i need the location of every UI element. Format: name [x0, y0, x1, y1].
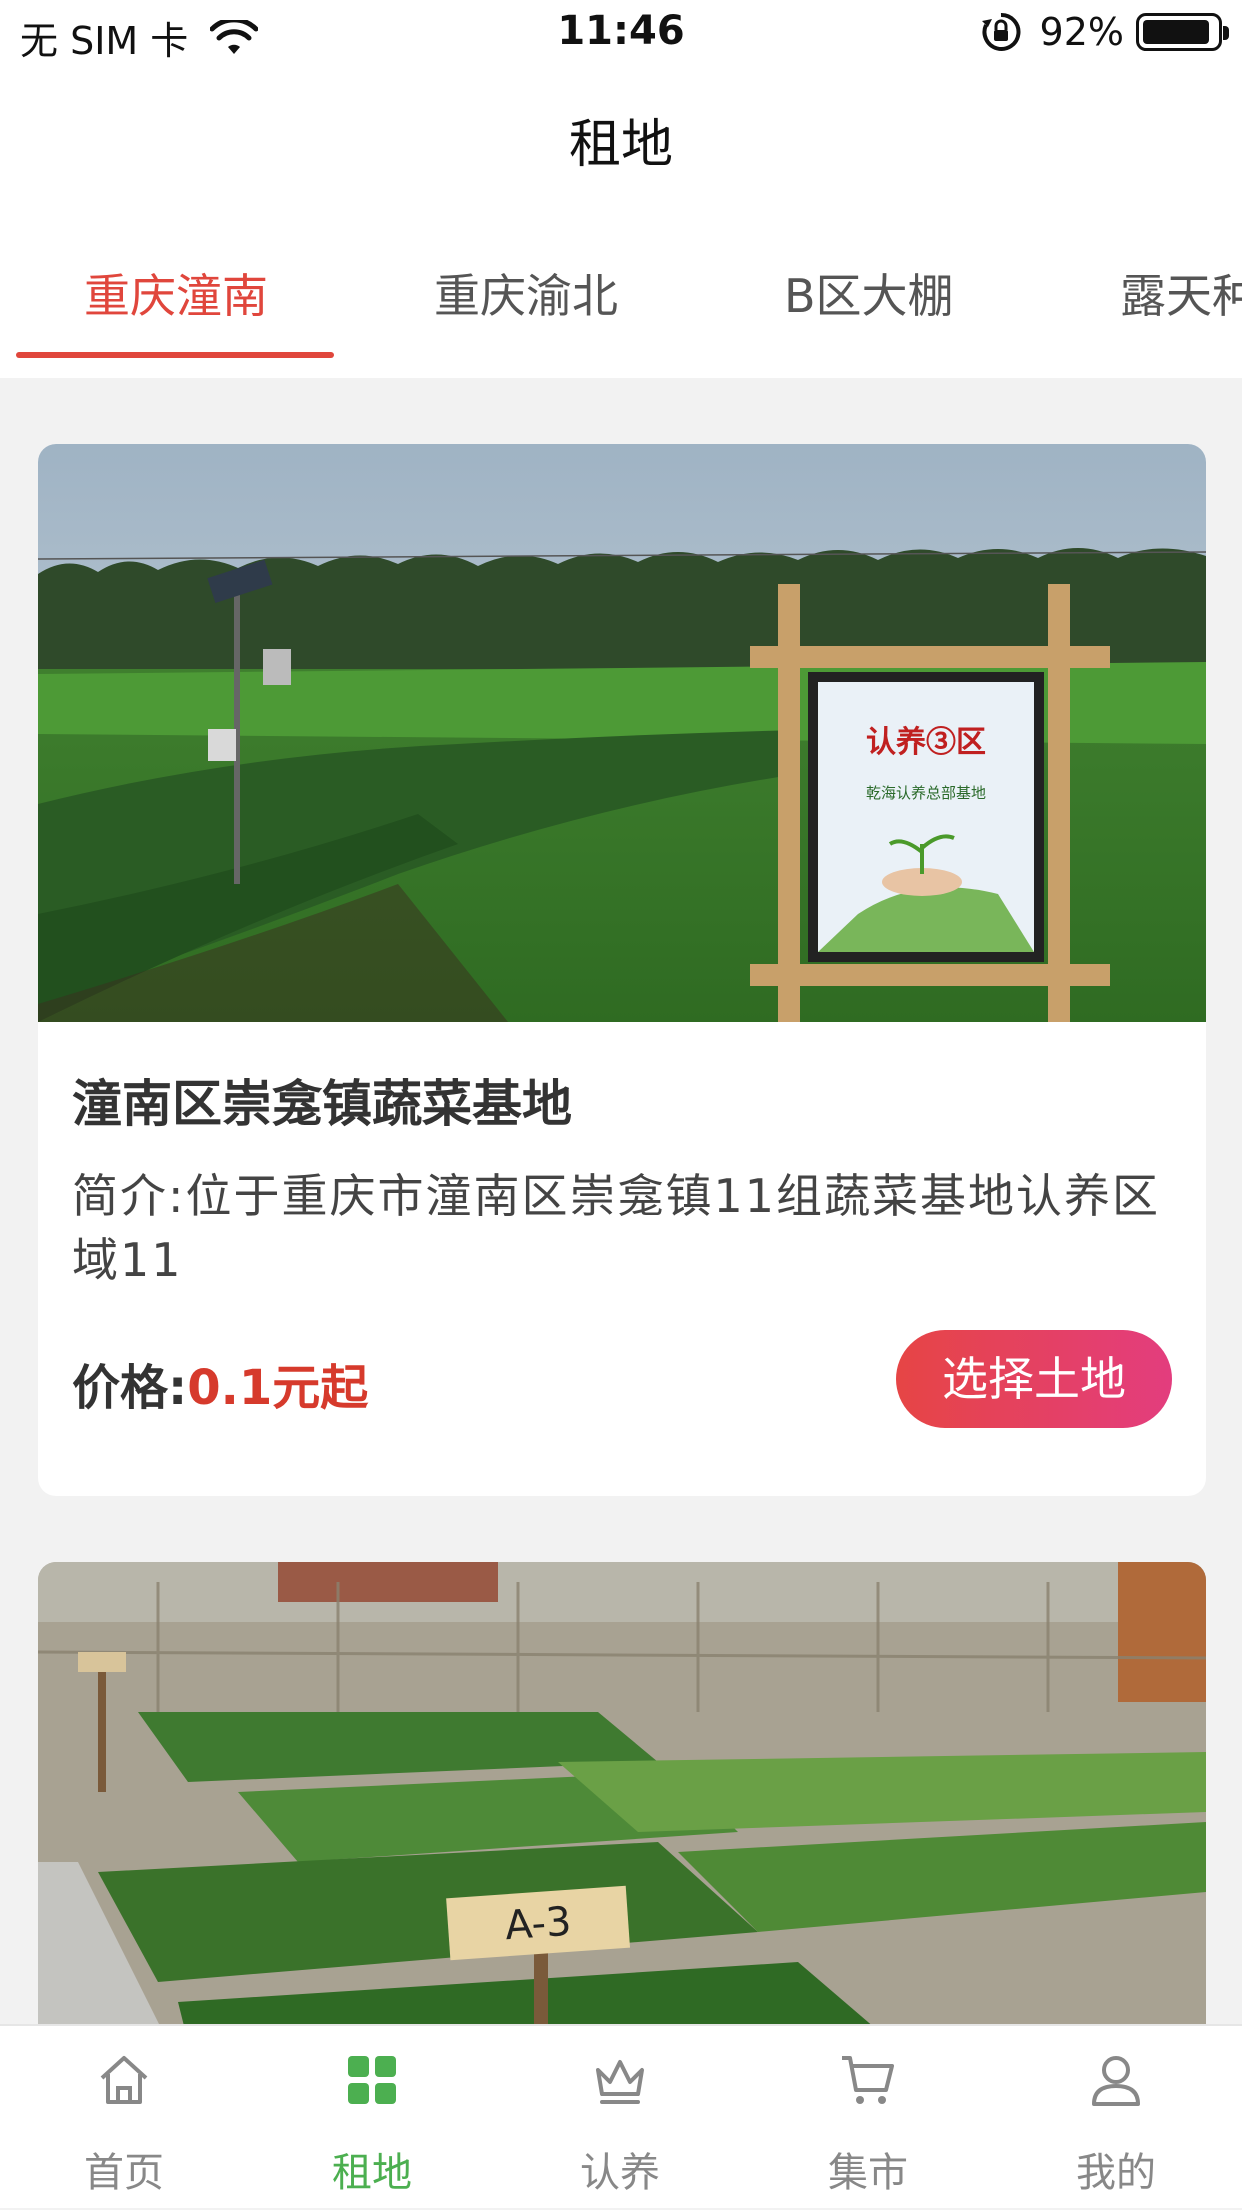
status-bar: 无 SIM 卡 11:46 92% — [0, 0, 1242, 66]
land-image: A-3 — [38, 1562, 1206, 2082]
user-icon — [1092, 2056, 1140, 2106]
tab-indicator — [16, 352, 334, 358]
price-value: 0.1元起 — [187, 1360, 369, 1416]
rotation-lock-icon — [981, 12, 1021, 51]
battery-fill — [1143, 20, 1210, 44]
region-tabs: 重庆潼南 重庆渝北 B区大棚 露天种 — [0, 210, 1242, 378]
battery-percent: 92% — [1039, 10, 1124, 54]
select-land-button[interactable]: 选择土地 — [896, 1330, 1172, 1428]
price-label: 价格: — [72, 1360, 188, 1416]
card-price: 价格:0.1元起 — [72, 1348, 368, 1418]
nav-bar: 租地 — [0, 66, 1242, 210]
tabbar-mine[interactable]: 我的 — [992, 2026, 1240, 2210]
battery-icon — [1136, 13, 1229, 51]
tabbar-rent-land[interactable]: 租地 — [248, 2026, 496, 2210]
tab-b-greenhouse[interactable]: B区大棚 — [784, 260, 954, 326]
card-description: 简介:位于重庆市潼南区崇龛镇11组蔬菜基地认养区域11 — [72, 1169, 1161, 1287]
bottom-tab-bar: 首页 租地 认养 集市 我的 — [0, 2024, 1242, 2208]
field-photo: 认养③区 乾海认养总部基地 — [38, 444, 1206, 1022]
cart-icon — [842, 2056, 894, 2104]
tabbar-adopt[interactable]: 认养 — [496, 2026, 744, 2210]
page-title: 租地 — [568, 115, 673, 175]
plot-sign: A-3 — [503, 1899, 572, 1950]
land-card[interactable]: A-3 — [38, 1562, 1206, 2082]
tab-chongqing-yubei[interactable]: 重庆渝北 — [434, 260, 618, 326]
sign-subtitle: 乾海认养总部基地 — [866, 784, 986, 802]
tabbar-label: 集市 — [828, 2150, 908, 2196]
home-icon — [100, 2056, 148, 2104]
tabbar-home[interactable]: 首页 — [0, 2026, 248, 2210]
grid-icon — [348, 2056, 396, 2104]
tabbar-label: 首页 — [84, 2150, 164, 2196]
tabbar-label: 我的 — [1076, 2150, 1156, 2196]
tabbar-label: 租地 — [332, 2150, 412, 2196]
card-title: 潼南区崇龛镇蔬菜基地 — [72, 1075, 572, 1133]
sign-title: 认养③区 — [866, 725, 986, 760]
tab-open-air[interactable]: 露天种 — [1120, 260, 1242, 326]
tabbar-market[interactable]: 集市 — [744, 2026, 992, 2210]
battery-tip — [1223, 26, 1229, 40]
plots-photo: A-3 — [38, 1562, 1206, 2082]
status-right: 92% — [980, 10, 1229, 54]
land-card[interactable]: 认养③区 乾海认养总部基地 潼南区崇龛镇蔬菜基地 简介:位于重庆市潼南区崇龛镇1… — [38, 444, 1206, 1496]
crown-icon — [596, 2060, 644, 2104]
tab-chongqing-tongnan[interactable]: 重庆潼南 — [84, 260, 268, 326]
land-image: 认养③区 乾海认养总部基地 — [38, 444, 1206, 1022]
tabbar-label: 认养 — [580, 2150, 660, 2196]
